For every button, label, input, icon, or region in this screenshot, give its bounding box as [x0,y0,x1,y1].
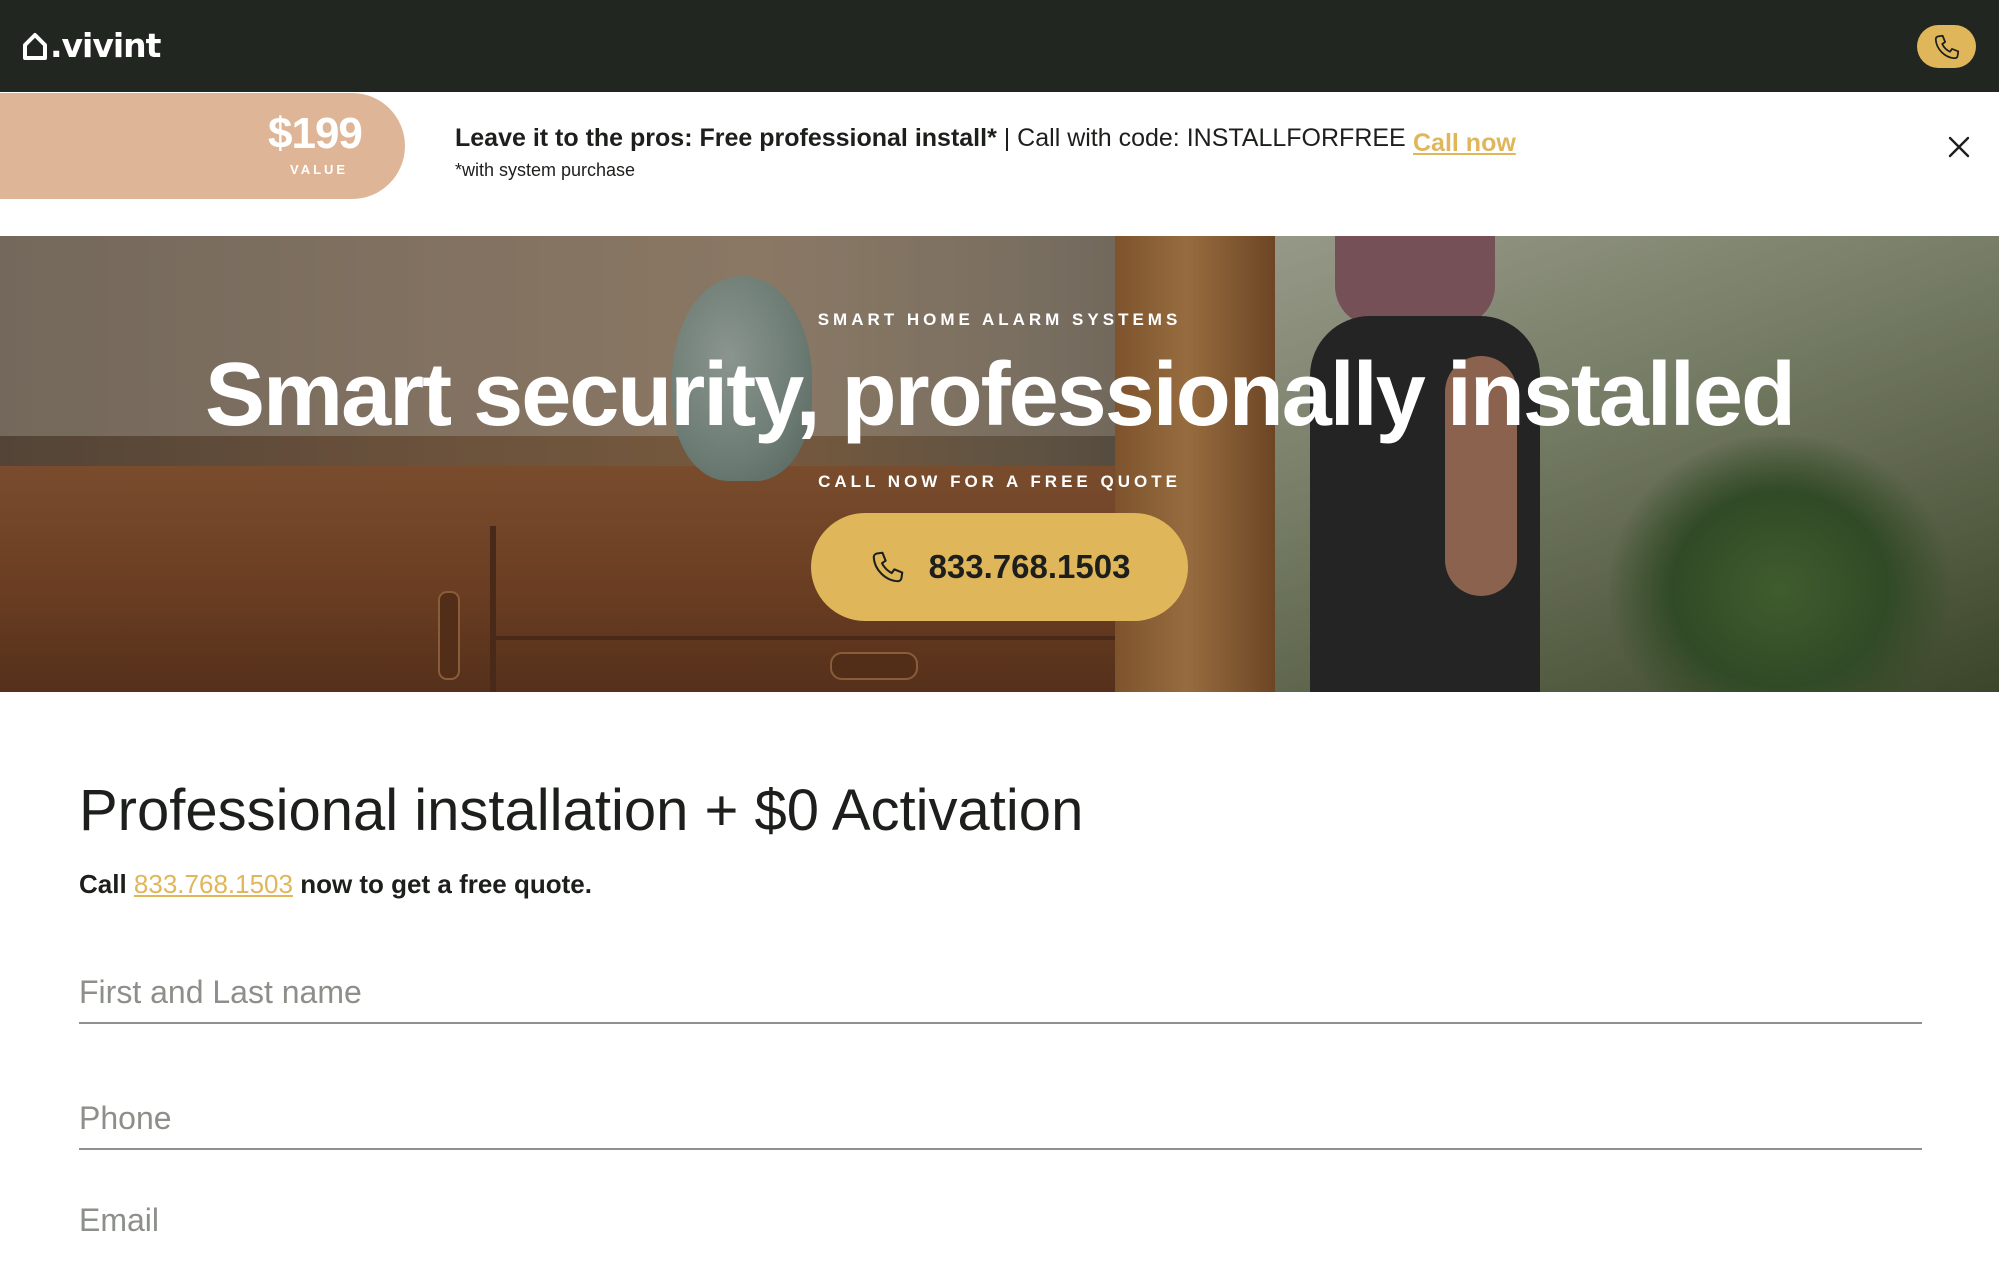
phone-field[interactable] [79,1088,1922,1150]
promo-headline-code: | Call with code: INSTALLFORFREE [996,124,1406,152]
hero-section: SMART HOME ALARM SYSTEMS Smart security,… [0,236,1999,692]
hero-call-button[interactable]: 833.768.1503 [811,513,1188,621]
offer-line-prefix: Call [79,869,134,899]
phone-icon [869,548,907,586]
hero-phone-number: 833.768.1503 [928,548,1131,585]
offer-line-suffix: now to get a free quote. [292,869,592,899]
hero-overlay [0,236,1999,692]
call-now-link[interactable]: Call now [1413,127,1516,159]
hero-eyebrow: SMART HOME ALARM SYSTEMS [817,310,1182,329]
logo-wordmark: .vivint [50,26,161,65]
promo-footnote: *with system purchase [455,160,636,180]
badge-amount: $199 [268,109,363,158]
badge-label: VALUE [290,162,349,177]
top-nav: .vivint [0,0,1999,92]
offer-title: Professional installation + $0 Activatio… [79,778,1084,843]
name-field[interactable] [79,962,1922,1024]
promo-headline: Leave it to the pros: Free professional … [455,122,1406,154]
email-field[interactable] [79,1190,1922,1250]
close-icon [1948,136,1970,158]
promo-banner: $199 VALUE Leave it to the pros: Free pr… [0,92,1999,236]
offer-phone-link[interactable]: 833.768.1503 [134,869,293,899]
nav-phone-button[interactable] [1917,25,1976,68]
phone-icon [1934,34,1959,59]
vivint-logo[interactable]: .vivint [22,26,161,66]
hero-title: Smart security, professionally installed [205,345,1796,445]
value-badge: $199 VALUE [0,93,405,199]
promo-headline-bold: Leave it to the pros: Free professional … [455,124,997,152]
hero-subtitle: CALL NOW FOR A FREE QUOTE [818,472,1181,491]
offer-call-line: Call 833.768.1503 now to get a free quot… [79,866,592,902]
close-banner-button[interactable] [1944,132,1974,162]
home-logo-icon [23,33,47,60]
